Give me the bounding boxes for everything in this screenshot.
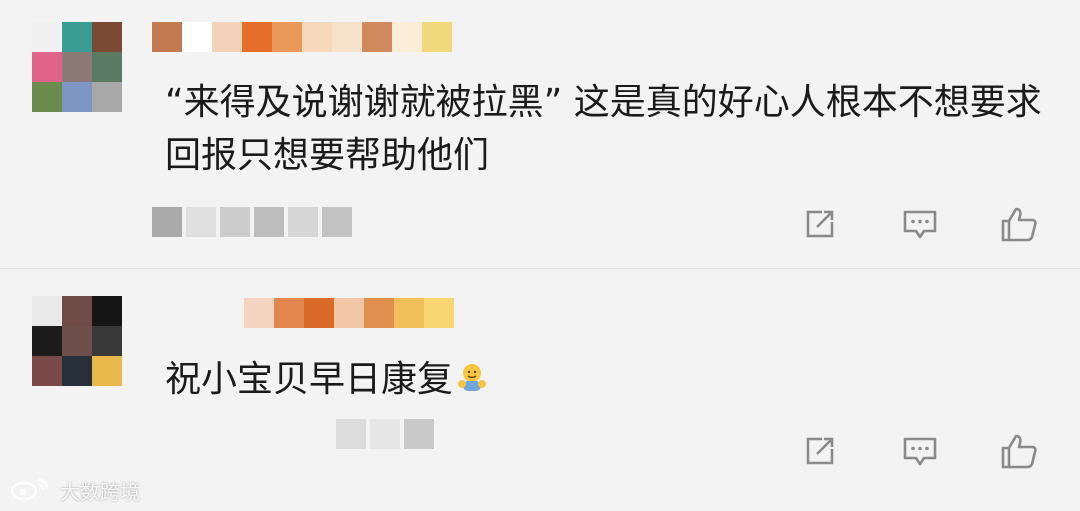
pixel-block bbox=[254, 207, 284, 237]
avatar-pixel bbox=[32, 356, 62, 386]
like-button[interactable] bbox=[999, 431, 1039, 471]
comment-actions bbox=[800, 431, 1045, 471]
pixel-block bbox=[242, 22, 272, 52]
avatar-pixel bbox=[92, 326, 122, 356]
pixel-block bbox=[182, 22, 212, 52]
pixel-block bbox=[272, 22, 302, 52]
watermark-text: 大数跨境 bbox=[60, 479, 140, 504]
avatar-pixel bbox=[62, 326, 92, 356]
pixel-block bbox=[422, 22, 452, 52]
pixel-block bbox=[186, 207, 216, 237]
comment-item: 祝小宝贝早日康复 bbox=[0, 269, 1080, 511]
avatar-pixel bbox=[32, 22, 62, 52]
pixel-block bbox=[244, 298, 274, 328]
avatar-pixel bbox=[32, 52, 62, 82]
comment-text-content: 祝小宝贝早日康复 bbox=[165, 359, 454, 400]
share-button[interactable] bbox=[800, 204, 840, 244]
like-button[interactable] bbox=[999, 204, 1039, 244]
share-icon bbox=[806, 437, 834, 465]
comment-text: “来得及说谢谢就被拉黑” 这是真的好心人根本不想要求回报只想要帮助他们 bbox=[165, 82, 1042, 176]
avatar-pixel bbox=[32, 326, 62, 356]
pixel-block bbox=[322, 207, 352, 237]
comment-meta bbox=[152, 207, 352, 237]
avatar[interactable] bbox=[32, 296, 122, 386]
reply-icon bbox=[903, 210, 937, 239]
pixel-block bbox=[274, 298, 304, 328]
pixel-block bbox=[152, 22, 182, 52]
avatar-pixel bbox=[32, 296, 62, 326]
hug-emoji-icon bbox=[455, 357, 489, 391]
username[interactable] bbox=[244, 298, 454, 328]
avatar-pixel bbox=[32, 82, 62, 112]
avatar-pixel bbox=[62, 52, 92, 82]
share-button[interactable] bbox=[800, 431, 840, 471]
avatar-pixel bbox=[92, 356, 122, 386]
pixel-block bbox=[334, 298, 364, 328]
weibo-logo-icon bbox=[10, 474, 54, 507]
watermark: 大数跨境 bbox=[10, 474, 140, 506]
avatar[interactable] bbox=[32, 22, 122, 112]
pixel-block bbox=[370, 419, 400, 449]
pixel-block bbox=[362, 22, 392, 52]
pixel-block bbox=[394, 298, 424, 328]
reply-button[interactable] bbox=[900, 431, 940, 471]
pixel-block bbox=[404, 419, 434, 449]
comment-meta bbox=[336, 419, 434, 449]
avatar-pixel bbox=[92, 22, 122, 52]
avatar-pixel bbox=[62, 22, 92, 52]
username[interactable] bbox=[152, 22, 452, 52]
pixel-block bbox=[152, 207, 182, 237]
pixel-block bbox=[364, 298, 394, 328]
pixel-block bbox=[332, 22, 362, 52]
share-icon bbox=[806, 210, 834, 238]
avatar-pixel bbox=[62, 356, 92, 386]
pixel-block bbox=[288, 207, 318, 237]
reply-icon bbox=[903, 437, 937, 466]
comment-actions bbox=[800, 204, 1045, 244]
comment-text: 祝小宝贝早日康复 bbox=[165, 353, 1045, 406]
pixel-block bbox=[220, 207, 250, 237]
avatar-pixel bbox=[92, 82, 122, 112]
pixel-block bbox=[304, 298, 334, 328]
avatar-pixel bbox=[92, 296, 122, 326]
like-icon bbox=[1001, 207, 1037, 242]
pixel-block bbox=[302, 22, 332, 52]
reply-button[interactable] bbox=[900, 204, 940, 244]
pixel-block bbox=[336, 419, 366, 449]
pixel-block bbox=[392, 22, 422, 52]
avatar-pixel bbox=[62, 296, 92, 326]
avatar-pixel bbox=[92, 52, 122, 82]
pixel-block bbox=[424, 298, 454, 328]
avatar-pixel bbox=[62, 82, 92, 112]
pixel-block bbox=[212, 22, 242, 52]
like-icon bbox=[1001, 434, 1037, 469]
comment-item: “来得及说谢谢就被拉黑” 这是真的好心人根本不想要求回报只想要帮助他们 bbox=[0, 0, 1080, 268]
